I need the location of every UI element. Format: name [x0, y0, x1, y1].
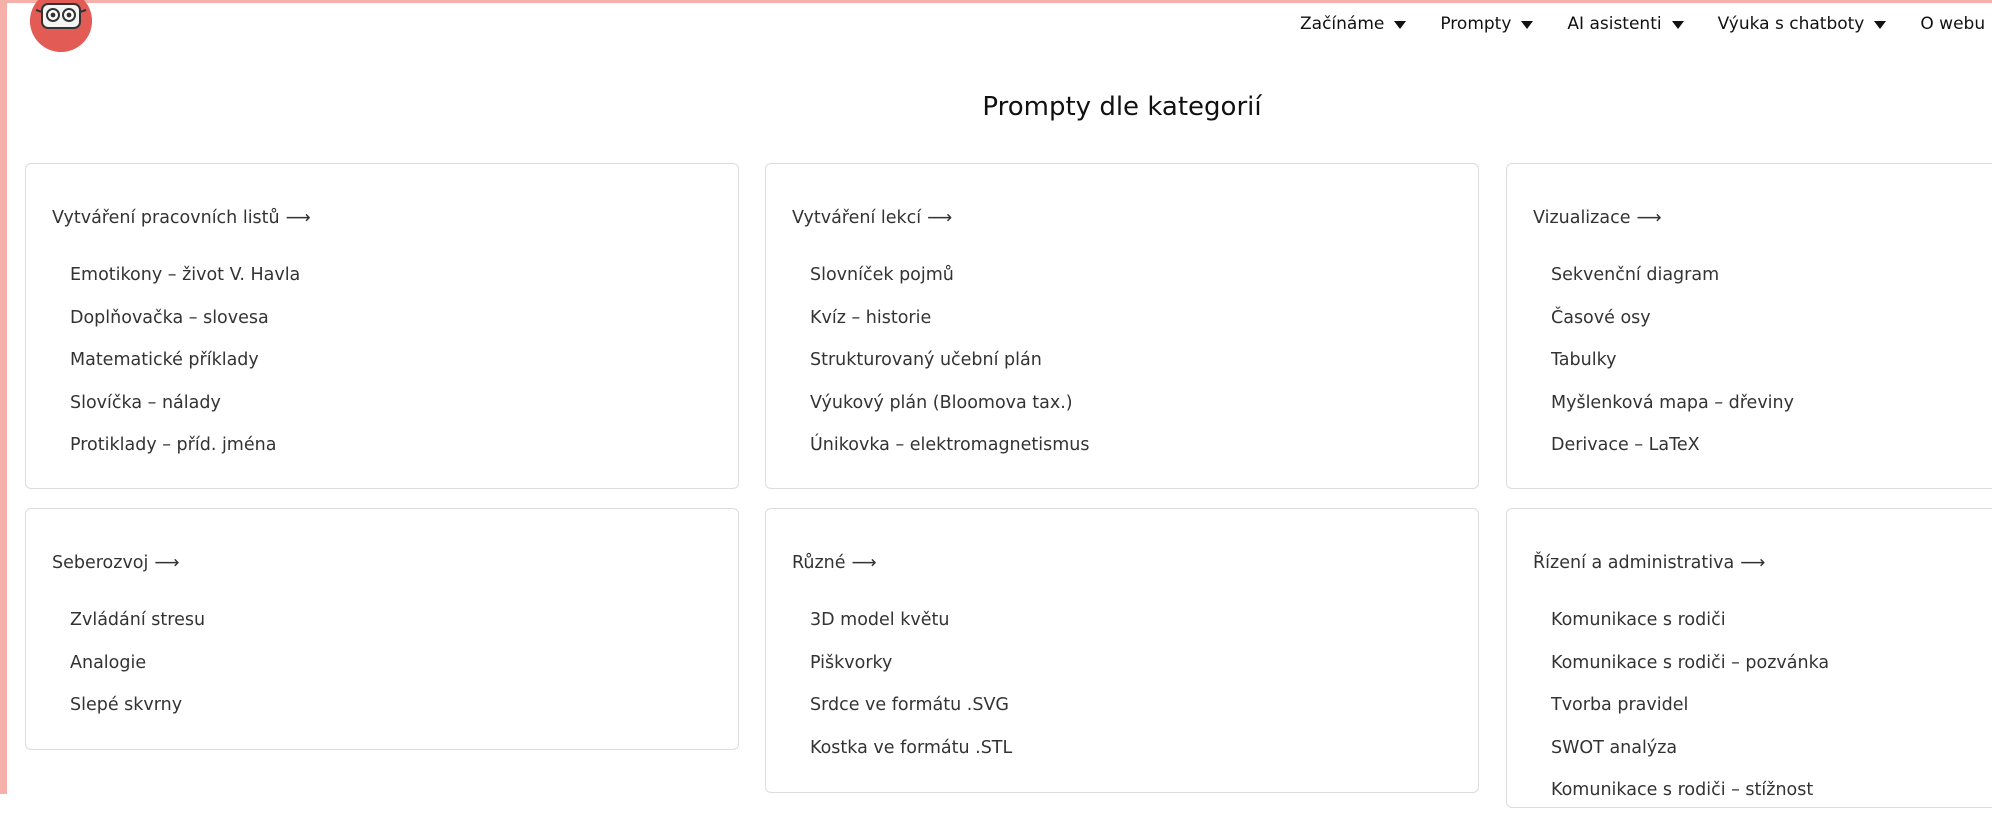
prompt-link[interactable]: Komunikace s rodiči — [1551, 610, 1829, 653]
main-nav: Začínáme Prompty AI asistenti Výuka s ch… — [1300, 11, 1992, 37]
prompt-link[interactable]: Komunikace s rodiči – stížnost — [1551, 780, 1829, 823]
prompt-link[interactable]: 3D model květu — [810, 610, 1012, 653]
category-card-vizualizace: Vizualizace ⟶ Sekvenční diagram Časové os… — [1506, 163, 1992, 489]
category-card-ruzne: Různé ⟶ 3D model květu Piškvorky Srdce ve… — [765, 508, 1479, 793]
category-title-text: Vytváření pracovních listů — [52, 208, 280, 228]
arrow-right-icon: ⟶ — [927, 208, 953, 228]
prompt-link[interactable]: Komunikace s rodiči – pozvánka — [1551, 653, 1829, 696]
prompt-link[interactable]: Protiklady – příd. jména — [70, 435, 300, 478]
category-title-link[interactable]: Různé ⟶ — [792, 553, 877, 573]
prompt-link[interactable]: Časové osy — [1551, 308, 1794, 351]
prompt-list: 3D model květu Piškvorky Srdce ve formát… — [810, 610, 1012, 780]
prompt-link[interactable]: Slovíčka – nálady — [70, 393, 300, 436]
category-title-link[interactable]: Vytváření lekcí ⟶ — [792, 208, 952, 228]
category-card-rizeni-administrativa: Řízení a administrativa ⟶ Komunikace s ro… — [1506, 508, 1992, 808]
prompt-link[interactable]: Doplňovačka – slovesa — [70, 308, 300, 351]
prompt-link[interactable]: Matematické příklady — [70, 350, 300, 393]
arrow-right-icon: ⟶ — [154, 553, 180, 573]
arrow-right-icon: ⟶ — [285, 208, 311, 228]
category-card-lekce: Vytváření lekcí ⟶ Slovníček pojmů Kvíz – … — [765, 163, 1479, 489]
arrow-right-icon: ⟶ — [1636, 208, 1662, 228]
caret-down-icon — [1521, 20, 1534, 29]
nav-item-label: AI asistenti — [1567, 14, 1662, 34]
category-title-link[interactable]: Vizualizace ⟶ — [1533, 208, 1662, 228]
prompt-link[interactable]: Emotikony – život V. Havla — [70, 265, 300, 308]
nav-item-label: Výuka s chatboty — [1717, 14, 1865, 34]
prompt-list: Zvládání stresu Analogie Slepé skvrny — [70, 610, 205, 738]
prompt-link[interactable]: Piškvorky — [810, 653, 1012, 696]
page-title: Prompty dle kategorií — [982, 92, 1262, 122]
caret-down-icon — [1394, 20, 1407, 29]
arrow-right-icon: ⟶ — [1740, 553, 1766, 573]
prompt-link[interactable]: Srdce ve formátu .SVG — [810, 695, 1012, 738]
category-card-pracovni-listy: Vytváření pracovních listů ⟶ Emotikony – … — [25, 163, 739, 489]
prompt-link[interactable]: Tvorba pravidel — [1551, 695, 1829, 738]
nav-item-vyuka-s-chatboty[interactable]: Výuka s chatboty — [1718, 14, 1887, 34]
nav-item-label: Začínáme — [1300, 14, 1385, 34]
prompt-link[interactable]: Derivace – LaTeX — [1551, 435, 1794, 478]
category-title-text: Vytváření lekcí — [792, 208, 922, 228]
nav-item-zaciname[interactable]: Začínáme — [1300, 14, 1407, 34]
site-logo[interactable] — [30, 0, 92, 52]
category-title-link[interactable]: Řízení a administrativa ⟶ — [1533, 553, 1765, 573]
prompt-link[interactable]: Kostka ve formátu .STL — [810, 738, 1012, 781]
prompt-list: Sekvenční diagram Časové osy Tabulky Myš… — [1551, 265, 1794, 478]
prompt-link[interactable]: Slovníček pojmů — [810, 265, 1090, 308]
category-title-link[interactable]: Vytváření pracovních listů ⟶ — [52, 208, 311, 228]
prompt-list: Slovníček pojmů Kvíz – historie Struktur… — [810, 265, 1090, 478]
prompt-link[interactable]: Zvládání stresu — [70, 610, 205, 653]
prompt-link[interactable]: Analogie — [70, 653, 205, 696]
category-title-link[interactable]: Seberozvoj ⟶ — [52, 553, 179, 573]
prompt-list: Komunikace s rodiči Komunikace s rodiči … — [1551, 610, 1829, 823]
arrow-right-icon: ⟶ — [851, 553, 877, 573]
prompt-list: Emotikony – život V. Havla Doplňovačka –… — [70, 265, 300, 478]
robot-face-logo-icon — [30, 0, 92, 52]
caret-down-icon — [1671, 20, 1684, 29]
nav-item-label: O webu — [1920, 14, 1986, 34]
nav-item-ai-asistenti[interactable]: AI asistenti — [1567, 14, 1684, 34]
nav-item-o-webu[interactable]: O webu — [1920, 14, 1992, 34]
prompt-link[interactable]: Slepé skvrny — [70, 695, 205, 738]
category-title-text: Řízení a administrativa — [1533, 553, 1735, 573]
prompt-link[interactable]: Myšlenková mapa – dřeviny — [1551, 393, 1794, 436]
prompt-link[interactable]: Únikovka – elektromagnetismus — [810, 435, 1090, 478]
page-frame-top — [0, 0, 1992, 3]
prompt-link[interactable]: Strukturovaný učební plán — [810, 350, 1090, 393]
prompt-link[interactable]: Sekvenční diagram — [1551, 265, 1794, 308]
prompt-link[interactable]: Výukový plán (Bloomova tax.) — [810, 393, 1090, 436]
category-title-text: Vizualizace — [1533, 208, 1631, 228]
category-title-text: Seberozvoj — [52, 553, 149, 573]
nav-item-prompty[interactable]: Prompty — [1440, 14, 1534, 34]
category-card-seberozvoj: Seberozvoj ⟶ Zvládání stresu Analogie Sle… — [25, 508, 739, 750]
prompt-link[interactable]: SWOT analýza — [1551, 738, 1829, 781]
caret-down-icon — [1874, 20, 1887, 29]
prompt-link[interactable]: Kvíz – historie — [810, 308, 1090, 351]
nav-item-label: Prompty — [1440, 14, 1512, 34]
category-title-text: Různé — [792, 553, 846, 573]
prompt-link[interactable]: Tabulky — [1551, 350, 1794, 393]
